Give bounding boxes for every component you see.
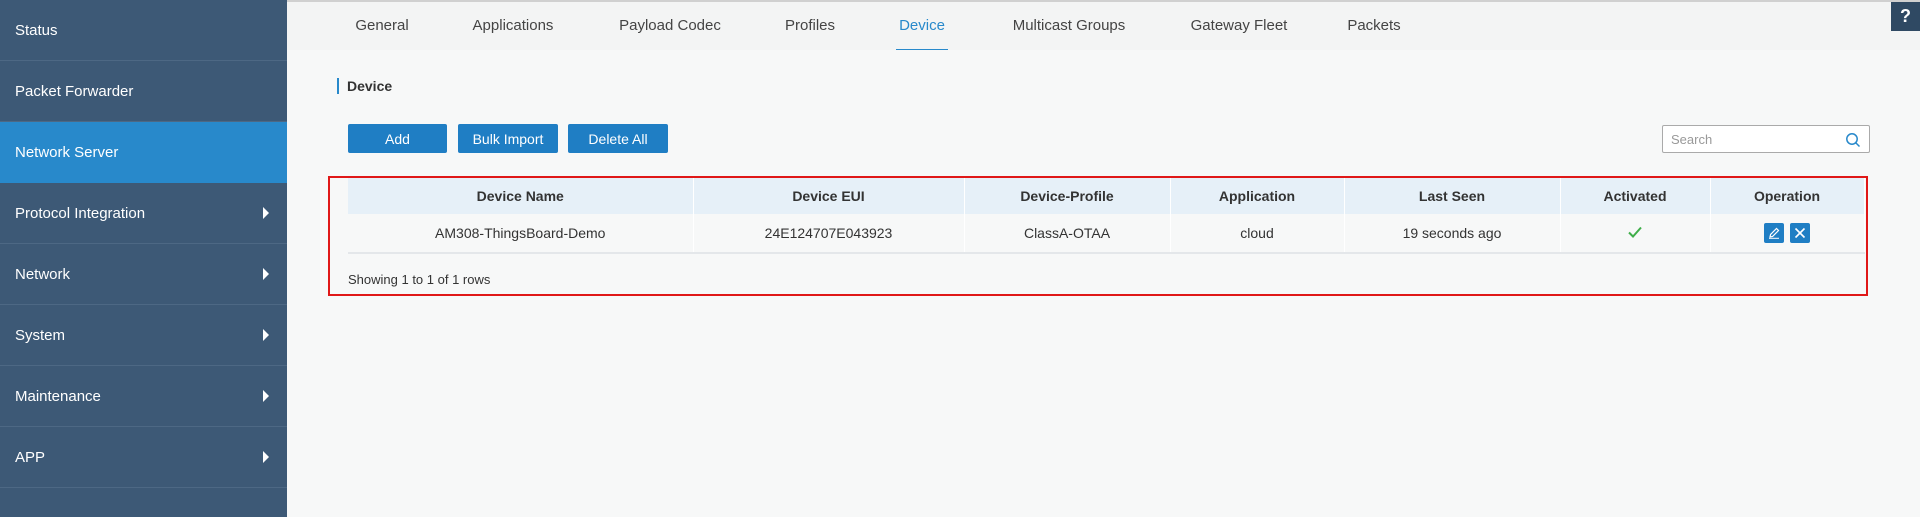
tab-bar: General Applications Payload Codec Profi… (287, 2, 1920, 51)
cell-device-profile: ClassA-OTAA (964, 214, 1171, 254)
check-icon (1628, 226, 1642, 238)
sidebar: Status Packet Forwarder Network Server P… (0, 0, 287, 517)
sidebar-item-app[interactable]: APP (0, 427, 287, 488)
table-row: AM308-ThingsBoard-Demo 24E124707E043923 … (348, 214, 1865, 254)
sidebar-item-protocol-integration[interactable]: Protocol Integration (0, 183, 287, 244)
column-header-last-seen[interactable]: Last Seen (1344, 178, 1561, 214)
chevron-right-icon (263, 207, 269, 219)
sidebar-item-network-server[interactable]: Network Server (0, 122, 287, 183)
search-box (1662, 125, 1870, 153)
column-header-application[interactable]: Application (1170, 178, 1345, 214)
search-input[interactable] (1663, 126, 1833, 152)
tab-payload-codec[interactable]: Payload Codec (617, 2, 723, 50)
sidebar-item-packet-forwarder[interactable]: Packet Forwarder (0, 61, 287, 122)
bulk-import-button[interactable]: Bulk Import (458, 124, 558, 153)
tab-gateway-fleet[interactable]: Gateway Fleet (1187, 2, 1291, 50)
chevron-right-icon (263, 329, 269, 341)
pagination-info: Showing 1 to 1 of 1 rows (348, 272, 491, 287)
sidebar-item-label: Packet Forwarder (15, 82, 134, 100)
tab-applications[interactable]: Applications (472, 2, 554, 50)
delete-button[interactable] (1789, 223, 1810, 243)
sidebar-item-label: Network (15, 265, 71, 283)
sidebar-item-system[interactable]: System (0, 305, 287, 366)
sidebar-item-network[interactable]: Network (0, 244, 287, 305)
device-table: Device Name Device EUI Device-Profile Ap… (348, 178, 1865, 254)
section-title: Device (337, 78, 392, 94)
column-header-activated[interactable]: Activated (1560, 178, 1711, 214)
tab-profiles[interactable]: Profiles (781, 2, 839, 50)
sidebar-item-label: Network Server (15, 143, 119, 161)
cell-device-eui: 24E124707E043923 (693, 214, 965, 254)
sidebar-item-label: Status (15, 21, 58, 39)
column-header-operation: Operation (1710, 178, 1865, 214)
sidebar-item-label: System (15, 326, 66, 344)
tab-device[interactable]: Device (896, 2, 948, 51)
chevron-right-icon (263, 268, 269, 280)
cell-device-name: AM308-ThingsBoard-Demo (348, 214, 694, 254)
cell-operation (1710, 214, 1865, 254)
tab-general[interactable]: General (353, 2, 411, 50)
column-header-device-profile[interactable]: Device-Profile (964, 178, 1171, 214)
tab-packets[interactable]: Packets (1345, 2, 1403, 50)
help-button[interactable]: ? (1891, 2, 1920, 31)
sidebar-item-status[interactable]: Status (0, 0, 287, 61)
delete-all-button[interactable]: Delete All (568, 124, 668, 153)
cell-activated (1560, 214, 1711, 254)
chevron-right-icon (263, 390, 269, 402)
sidebar-item-label: APP (15, 448, 46, 466)
search-icon[interactable] (1845, 132, 1861, 148)
table-header-row: Device Name Device EUI Device-Profile Ap… (348, 178, 1865, 214)
sidebar-item-maintenance[interactable]: Maintenance (0, 366, 287, 427)
tab-multicast-groups[interactable]: Multicast Groups (1011, 2, 1127, 50)
cell-application: cloud (1170, 214, 1345, 254)
edit-button[interactable] (1764, 223, 1785, 243)
edit-icon (1769, 227, 1780, 239)
cell-last-seen: 19 seconds ago (1344, 214, 1561, 254)
add-button[interactable]: Add (348, 124, 447, 153)
sidebar-item-label: Maintenance (15, 387, 101, 405)
delete-icon (1794, 227, 1806, 239)
column-header-device-eui[interactable]: Device EUI (693, 178, 965, 214)
chevron-right-icon (263, 451, 269, 463)
column-header-device-name[interactable]: Device Name (348, 178, 694, 214)
sidebar-item-label: Protocol Integration (15, 204, 146, 222)
